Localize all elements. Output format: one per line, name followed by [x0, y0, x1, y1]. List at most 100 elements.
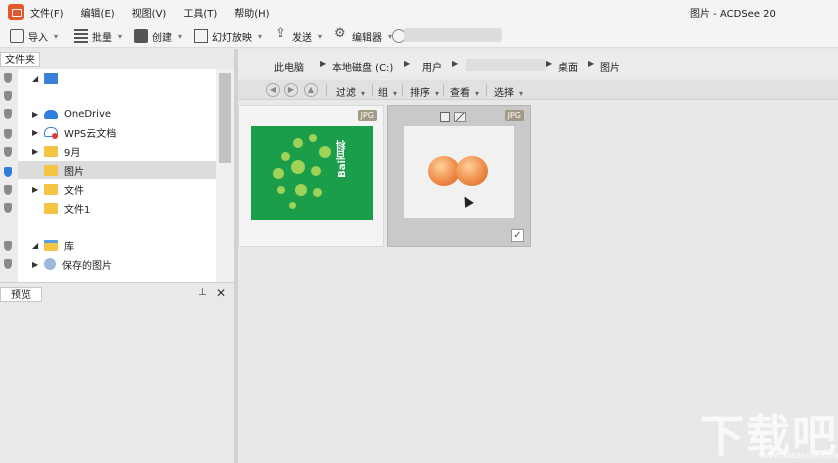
- checkmark-icon[interactable]: ✓: [511, 229, 524, 242]
- preview-panel: 预览 ⊥ ✕: [0, 282, 234, 463]
- toolbar-divider: [326, 84, 327, 96]
- breadcrumb-arrow-icon[interactable]: ▶: [588, 59, 594, 68]
- tree-item-files1[interactable]: 文件1: [18, 199, 216, 217]
- tree-item-label: 图片: [64, 166, 84, 178]
- file-thumbnail-selected[interactable]: JPG ✓: [387, 105, 531, 247]
- image-dot: [311, 166, 321, 176]
- send-icon: [274, 26, 288, 43]
- preview-tab[interactable]: 预览: [0, 287, 42, 302]
- menu-view[interactable]: 视图(V): [132, 5, 167, 20]
- file-type-badge: JPG: [357, 110, 377, 121]
- import-button[interactable]: 导入 ▾: [10, 28, 58, 44]
- wps-cloud-icon: [44, 127, 58, 139]
- back-icon[interactable]: ◀: [266, 83, 280, 97]
- pin-icon[interactable]: [4, 91, 12, 101]
- blurred-account-name: [404, 28, 502, 42]
- chevron-down-icon: ▾: [393, 89, 398, 98]
- breadcrumb-this-pc[interactable]: 此电脑: [274, 59, 304, 74]
- pin-icon[interactable]: [4, 167, 12, 177]
- file-thumbnail[interactable]: JPG Bai百科: [238, 105, 384, 247]
- menu-tools[interactable]: 工具(T): [183, 5, 217, 20]
- send-label: 发送: [292, 32, 312, 44]
- tree-item-onedrive[interactable]: ▶ OneDrive: [18, 105, 216, 123]
- select-menu[interactable]: 选择 ▾: [494, 84, 523, 99]
- tree-item-this-pc[interactable]: ◢: [18, 69, 216, 87]
- rotate-icon[interactable]: [454, 112, 466, 122]
- tree-item-label: 保存的图片: [62, 260, 112, 272]
- tree-item-label: 9月: [64, 147, 81, 159]
- tree-item-saved-pictures[interactable]: ▶ 保存的图片: [18, 255, 216, 273]
- send-button[interactable]: 发送 ▾: [274, 26, 322, 44]
- slideshow-button[interactable]: 幻灯放映 ▾: [194, 28, 262, 44]
- tree-item-september[interactable]: ▶ 9月: [18, 142, 216, 160]
- chevron-down-icon: ▾: [361, 89, 366, 98]
- apples-image: [404, 126, 514, 218]
- menu-edit[interactable]: 编辑(E): [81, 5, 115, 20]
- breadcrumb-local-disk[interactable]: 本地磁盘 (C:): [332, 59, 393, 74]
- tree-item-pictures[interactable]: 图片: [18, 161, 216, 179]
- pin-panel-icon[interactable]: ⊥: [198, 287, 207, 298]
- breadcrumb-pictures[interactable]: 图片: [600, 59, 620, 74]
- chevron-down-icon[interactable]: ▾: [178, 32, 182, 41]
- pin-icon[interactable]: [4, 241, 12, 251]
- breadcrumb-arrow-icon[interactable]: ▶: [546, 59, 552, 68]
- expand-arrow-icon[interactable]: ▶: [32, 147, 42, 156]
- pin-icon[interactable]: [4, 185, 12, 195]
- chevron-down-icon[interactable]: ▾: [118, 32, 122, 41]
- tree-item-library[interactable]: ◢ 库: [18, 236, 216, 254]
- chevron-down-icon[interactable]: ▾: [318, 32, 322, 41]
- file-list: JPG Bai百科 JPG ✓ 下载吧 www.xiazaiba.com: [238, 101, 838, 463]
- breadcrumb-arrow-icon[interactable]: ▶: [452, 59, 458, 68]
- breadcrumb-arrow-icon[interactable]: ▶: [320, 59, 326, 68]
- select-checkbox-icon[interactable]: [440, 112, 450, 122]
- filter-menu[interactable]: 过滤 ▾: [336, 84, 365, 99]
- scrollbar-thumb[interactable]: [219, 73, 231, 163]
- saved-pictures-icon: [44, 258, 56, 270]
- library-icon: [44, 239, 58, 251]
- pin-icon[interactable]: [4, 147, 12, 157]
- folders-tab[interactable]: 文件夹: [0, 52, 40, 67]
- menu-file[interactable]: 文件(F): [30, 5, 64, 20]
- image-dot: [281, 152, 290, 161]
- tree-item-files[interactable]: ▶ 文件: [18, 180, 216, 198]
- close-icon[interactable]: ✕: [216, 286, 226, 300]
- sort-menu[interactable]: 排序 ▾: [410, 84, 439, 99]
- collapse-arrow-icon[interactable]: ◢: [32, 241, 42, 250]
- breadcrumb-arrow-icon[interactable]: ▶: [404, 59, 410, 68]
- expand-arrow-icon[interactable]: ▶: [32, 128, 42, 137]
- editor-icon: [334, 26, 348, 43]
- expand-arrow-icon[interactable]: ▶: [32, 260, 42, 269]
- group-label: 组: [378, 88, 388, 99]
- breadcrumb: 此电脑 ▶ 本地磁盘 (C:) ▶ 用户 ▶ ▶ 桌面 ▶ 图片: [238, 54, 838, 76]
- toolbar-divider: [402, 84, 403, 96]
- pin-icon[interactable]: [4, 73, 12, 83]
- pin-icon[interactable]: [4, 129, 12, 139]
- up-icon[interactable]: ▲: [304, 83, 318, 97]
- pin-icon[interactable]: [4, 259, 12, 269]
- image-dot: [293, 138, 303, 148]
- tree-item-wps-cloud[interactable]: ▶ WPS云文档: [18, 123, 216, 141]
- file-type-badge: JPG: [504, 110, 524, 121]
- chevron-down-icon[interactable]: ▾: [54, 32, 58, 41]
- acdsee-app-icon: [8, 4, 24, 20]
- collapse-arrow-icon[interactable]: ◢: [32, 74, 42, 83]
- expand-arrow-icon[interactable]: ▶: [32, 185, 42, 194]
- computer-icon: [44, 72, 58, 84]
- group-menu[interactable]: 组 ▾: [378, 84, 397, 99]
- chevron-down-icon: ▾: [519, 89, 524, 98]
- pin-icon[interactable]: [4, 109, 12, 119]
- editor-button[interactable]: 编辑器 ▾: [334, 26, 392, 44]
- expand-arrow-icon[interactable]: ▶: [32, 110, 42, 119]
- create-button[interactable]: 创建 ▾: [134, 28, 182, 44]
- breadcrumb-desktop[interactable]: 桌面: [558, 59, 578, 74]
- batch-button[interactable]: 批量 ▾: [74, 28, 122, 44]
- tree-item-label: 库: [64, 241, 74, 253]
- folders-panel-header: 文件夹: [0, 49, 234, 69]
- forward-icon[interactable]: ▶: [284, 83, 298, 97]
- chevron-down-icon[interactable]: ▾: [258, 32, 262, 41]
- filter-label: 过滤: [336, 88, 356, 99]
- menu-help[interactable]: 帮助(H): [234, 5, 269, 20]
- breadcrumb-users[interactable]: 用户: [422, 59, 442, 74]
- view-menu[interactable]: 查看 ▾: [450, 84, 479, 99]
- pin-icon[interactable]: [4, 203, 12, 213]
